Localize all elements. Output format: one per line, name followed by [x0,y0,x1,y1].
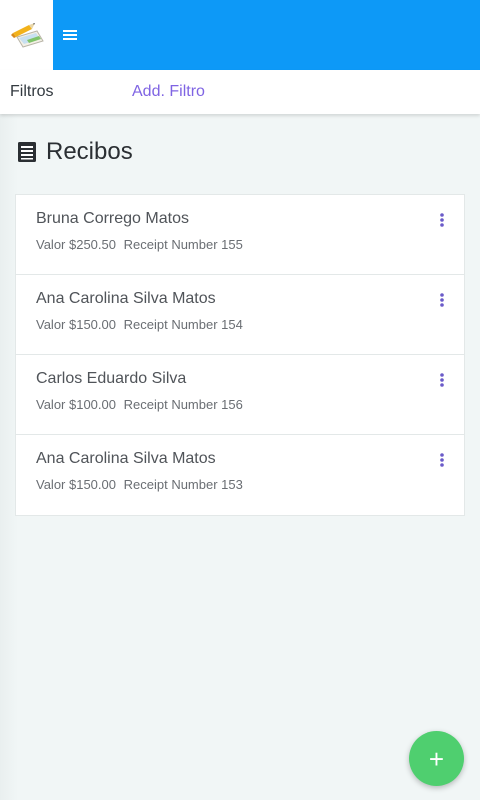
receipt-details: Valor $150.00 Receipt Number 154 [36,317,243,332]
receipt-details: Valor $100.00 Receipt Number 156 [36,397,243,412]
receipt-number: Receipt Number 156 [123,397,243,412]
add-receipt-button[interactable]: + [409,731,464,786]
receipt-client-name: Bruna Corrego Matos [36,210,189,227]
receipt-details: Valor $150.00 Receipt Number 153 [36,477,243,492]
receipt-value: Valor $150.00 [36,317,116,332]
receipt-value: Valor $150.00 [36,477,116,492]
receipt-details: Valor $250.50 Receipt Number 155 [36,237,243,252]
page-title: Recibos [18,138,133,166]
more-options-button[interactable] [434,211,450,229]
receipt-client-name: Carlos Eduardo Silva [36,370,187,387]
list-item[interactable]: Ana Carolina Silva Matos Valor $150.00 R… [16,435,464,515]
receipt-number: Receipt Number 155 [123,237,243,252]
receipt-list-icon [18,142,36,162]
add-filter-link[interactable]: Add. Filtro [132,83,205,101]
kebab-menu-icon [440,453,444,467]
menu-button[interactable] [60,25,80,45]
top-app-bar [0,0,480,70]
filters-label: Filtros [10,83,54,100]
receipts-list: Bruna Corrego Matos Valor $250.50 Receip… [15,194,465,516]
kebab-menu-icon [440,373,444,387]
hamburger-menu-icon [63,30,77,40]
more-options-button[interactable] [434,451,450,469]
receipt-client-name: Ana Carolina Silva Matos [36,450,216,467]
receipt-number: Receipt Number 154 [123,317,243,332]
app-logo[interactable] [0,0,53,70]
page-title-text: Recibos [46,138,133,165]
app-screen: Filtros Add. Filtro Recibos Bruna Correg… [0,0,480,800]
pencil-paper-logo-icon [10,23,44,48]
plus-icon: + [428,743,445,774]
filter-bar: Filtros Add. Filtro [0,70,480,114]
list-item[interactable]: Carlos Eduardo Silva Valor $100.00 Recei… [16,355,464,435]
receipt-value: Valor $100.00 [36,397,116,412]
receipt-value: Valor $250.50 [36,237,116,252]
kebab-menu-icon [440,213,444,227]
more-options-button[interactable] [434,291,450,309]
kebab-menu-icon [440,293,444,307]
receipt-client-name: Ana Carolina Silva Matos [36,290,216,307]
list-item[interactable]: Bruna Corrego Matos Valor $250.50 Receip… [16,195,464,275]
receipt-number: Receipt Number 153 [123,477,243,492]
more-options-button[interactable] [434,371,450,389]
list-item[interactable]: Ana Carolina Silva Matos Valor $150.00 R… [16,275,464,355]
